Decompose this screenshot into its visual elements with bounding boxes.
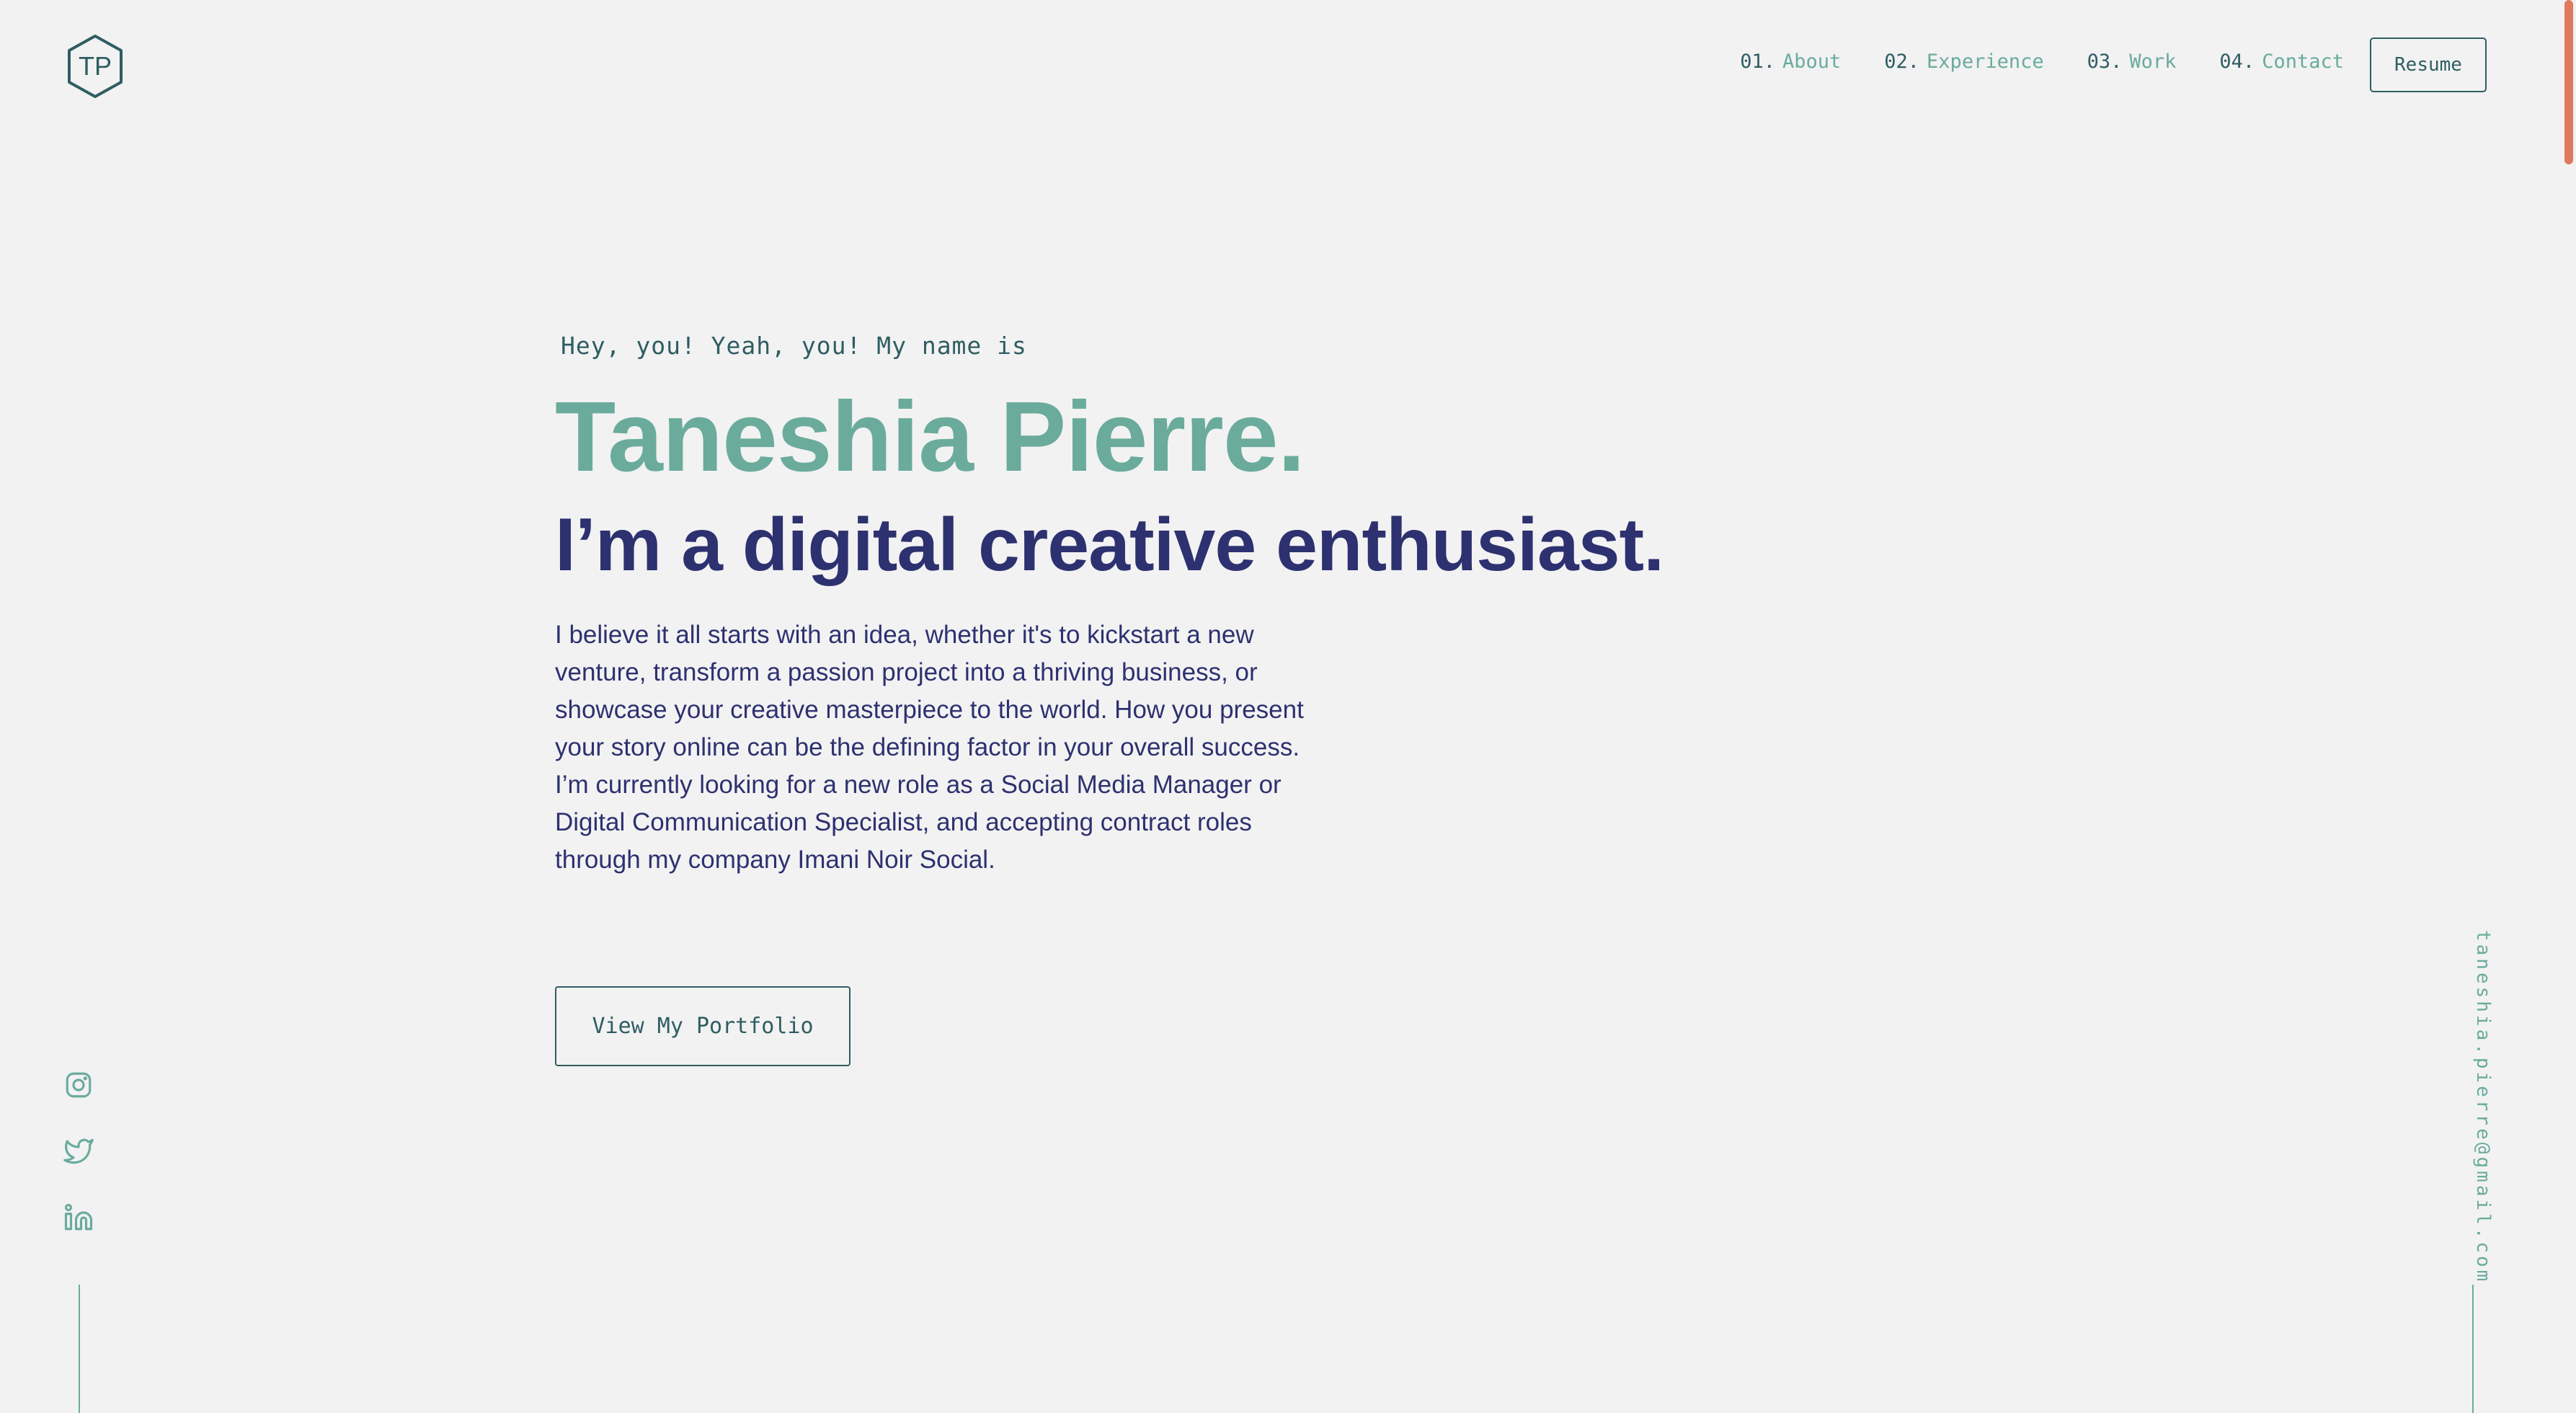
nav-item-about[interactable]: 01. About (1740, 50, 1841, 73)
linkedin-icon[interactable] (63, 1202, 94, 1233)
hero-section: Hey, you! Yeah, you! My name is Taneshia… (555, 332, 1708, 879)
logo-text: TP (79, 51, 112, 81)
nav-number: 04. (2219, 50, 2255, 73)
left-divider-line (79, 1285, 80, 1413)
nav-number: 02. (1884, 50, 1920, 73)
nav-label: Contact (2262, 50, 2344, 73)
hexagon-logo-icon: TP (68, 35, 123, 98)
logo-link[interactable]: TP (65, 33, 125, 99)
hero-greeting: Hey, you! Yeah, you! My name is (561, 332, 1027, 360)
hero-name: Taneshia Pierre. (555, 381, 1305, 492)
twitter-icon[interactable] (63, 1136, 94, 1166)
nav-label: Work (2129, 50, 2177, 73)
view-portfolio-button[interactable]: View My Portfolio (555, 986, 850, 1066)
hero-tagline: I’m a digital creative enthusiast. (555, 503, 1664, 587)
nav-label: Experience (1927, 50, 2044, 73)
social-links (63, 1070, 94, 1233)
hero-bio: I believe it all starts with an idea, wh… (555, 620, 1304, 874)
nav-number: 01. (1740, 50, 1775, 73)
instagram-icon[interactable] (63, 1070, 94, 1100)
email-link[interactable]: taneshia.pierre@gmail.com (2472, 930, 2494, 1284)
nav-item-contact[interactable]: 04. Contact (2219, 50, 2344, 73)
right-divider-line (2472, 1285, 2474, 1413)
nav-item-work[interactable]: 03. Work (2087, 50, 2177, 73)
resume-button[interactable]: Resume (2370, 37, 2487, 92)
scrollbar-thumb[interactable] (2564, 0, 2573, 164)
main-nav: 01. About 02. Experience 03. Work 04. Co… (1740, 50, 2344, 73)
nav-label: About (1782, 50, 1842, 73)
page: TP 01. About 02. Experience 03. Work 04.… (0, 0, 2576, 1413)
nav-item-experience[interactable]: 02. Experience (1884, 50, 2043, 73)
nav-number: 03. (2087, 50, 2123, 73)
